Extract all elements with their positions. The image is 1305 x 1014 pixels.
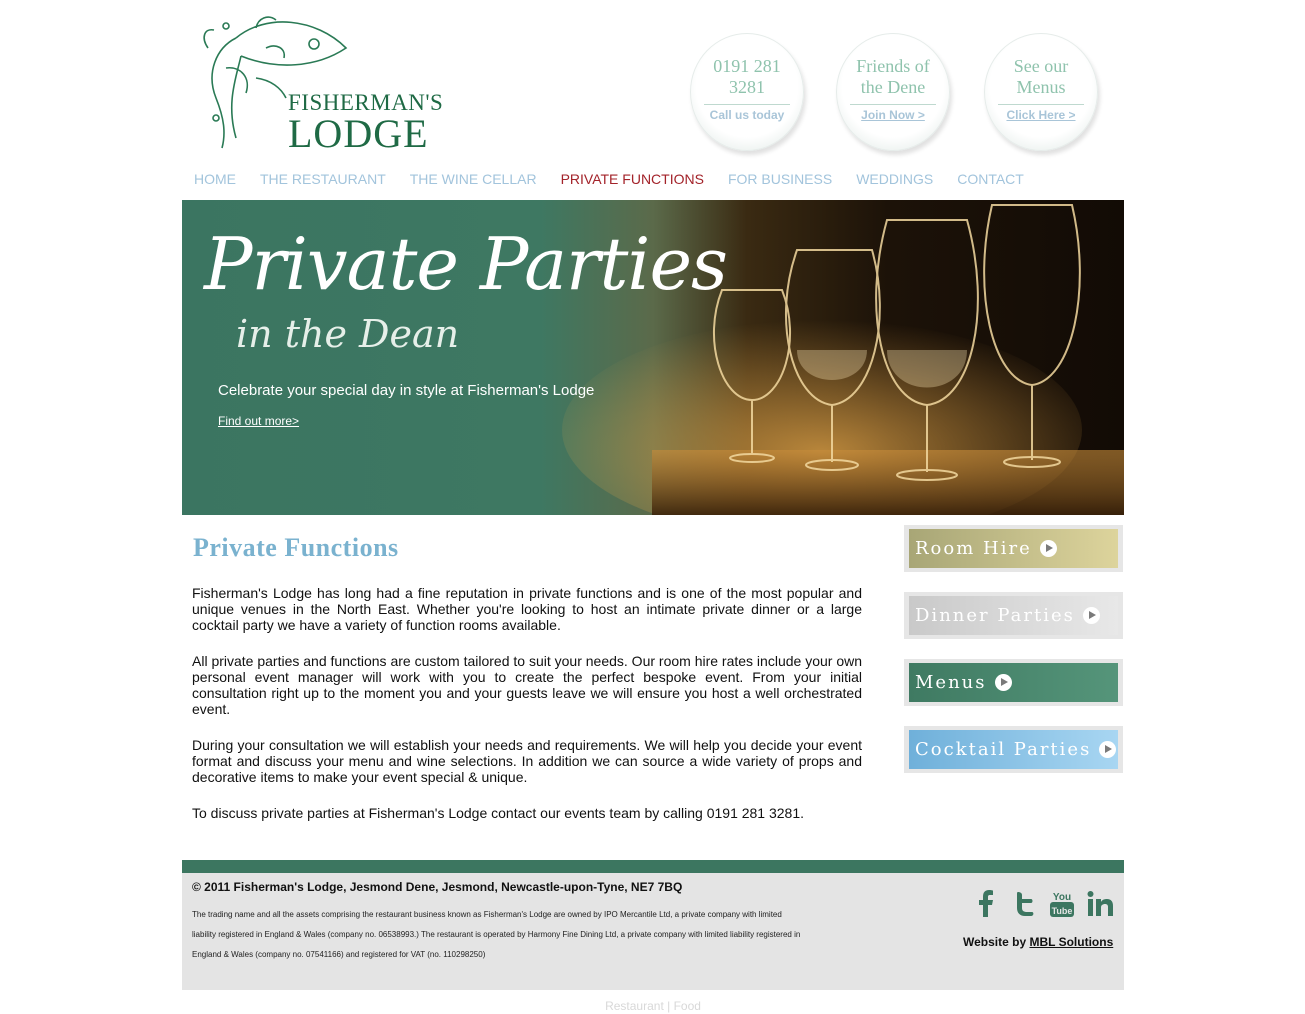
circle-divider bbox=[850, 104, 936, 105]
see-menus-circle[interactable]: See our Menus Click Here > bbox=[984, 33, 1098, 151]
nav-contact[interactable]: CONTACT bbox=[957, 171, 1024, 189]
linkedin-icon[interactable] bbox=[1086, 889, 1114, 919]
footer: © 2011 Fisherman's Lodge, Jesmond Dene, … bbox=[182, 873, 1124, 990]
arrow-right-icon bbox=[1099, 741, 1117, 758]
site-logo[interactable]: FISHERMAN'S LODGE bbox=[196, 8, 443, 156]
facebook-icon[interactable] bbox=[972, 889, 1000, 919]
hero-banner: Private Parties in the Dean Celebrate yo… bbox=[182, 200, 1124, 515]
paragraph-2: All private parties and functions are cu… bbox=[192, 653, 862, 717]
page: FISHERMAN'S LODGE 0191 281 3281 Call us … bbox=[182, 0, 1124, 1014]
friends-title: Friends of the Dene bbox=[856, 56, 930, 97]
main-nav: HOME THE RESTAURANT THE WINE CELLAR PRIV… bbox=[194, 171, 1048, 189]
hero-subtitle: in the Dean bbox=[236, 312, 460, 356]
paragraph-3: During your consultation we will establi… bbox=[192, 737, 862, 785]
social-links: You Tube bbox=[972, 889, 1114, 919]
nav-weddings[interactable]: WEDDINGS bbox=[856, 171, 933, 189]
call-us-label: Call us today bbox=[709, 108, 785, 122]
svg-text:Tube: Tube bbox=[1052, 906, 1073, 916]
arrow-right-icon bbox=[994, 674, 1012, 691]
cocktail-parties-button[interactable]: Cocktail Parties bbox=[904, 726, 1123, 773]
nav-for-business[interactable]: FOR BUSINESS bbox=[728, 171, 832, 189]
footer-copyright: © 2011 Fisherman's Lodge, Jesmond Dene, … bbox=[192, 880, 683, 894]
menus-button[interactable]: Menus bbox=[904, 659, 1123, 706]
bottom-links[interactable]: Restaurant | Food bbox=[182, 999, 1124, 1013]
nav-the-wine-cellar[interactable]: THE WINE CELLAR bbox=[410, 171, 537, 189]
nav-private-functions[interactable]: PRIVATE FUNCTIONS bbox=[561, 171, 704, 189]
main-content: Fisherman's Lodge has long had a fine re… bbox=[192, 585, 862, 841]
logo-text-line2: LODGE bbox=[288, 111, 429, 156]
website-credit: Website by MBL Solutions bbox=[963, 935, 1113, 949]
menus-title: See our Menus bbox=[1013, 56, 1069, 97]
paragraph-4: To discuss private parties at Fisherman'… bbox=[192, 805, 805, 821]
hero-title: Private Parties bbox=[204, 222, 728, 306]
footer-top-bar bbox=[182, 860, 1124, 873]
room-hire-label: Room Hire bbox=[915, 538, 1032, 559]
youtube-icon[interactable]: You Tube bbox=[1048, 889, 1076, 919]
circle-divider bbox=[998, 104, 1084, 105]
dinner-parties-button[interactable]: Dinner Parties bbox=[904, 592, 1123, 639]
mbl-solutions-link[interactable]: MBL Solutions bbox=[1029, 935, 1113, 949]
click-here-link[interactable]: Click Here > bbox=[985, 108, 1097, 122]
cocktail-parties-label: Cocktail Parties bbox=[915, 739, 1092, 760]
arrow-right-icon bbox=[1039, 540, 1057, 557]
arrow-right-icon bbox=[1082, 607, 1100, 624]
page-title: Private Functions bbox=[193, 533, 399, 562]
footer-legal-text: The trading name and all the assets comp… bbox=[192, 910, 801, 959]
menus-label: Menus bbox=[915, 672, 987, 693]
circle-divider bbox=[704, 104, 790, 105]
twitter-icon[interactable] bbox=[1010, 889, 1038, 919]
credit-prefix: Website by bbox=[963, 935, 1030, 949]
hero-tagline: Celebrate your special day in style at F… bbox=[218, 382, 595, 399]
svg-text:You: You bbox=[1053, 892, 1071, 903]
paragraph-1: Fisherman's Lodge has long had a fine re… bbox=[192, 585, 862, 633]
room-hire-button[interactable]: Room Hire bbox=[904, 525, 1123, 572]
friends-of-dene-circle[interactable]: Friends of the Dene Join Now > bbox=[836, 33, 950, 151]
join-now-link[interactable]: Join Now > bbox=[837, 108, 949, 122]
call-us-circle[interactable]: 0191 281 3281 Call us today bbox=[690, 33, 804, 151]
nav-the-restaurant[interactable]: THE RESTAURANT bbox=[260, 171, 386, 189]
nav-home[interactable]: HOME bbox=[194, 171, 236, 189]
phone-number: 0191 281 3281 bbox=[713, 56, 781, 97]
find-out-more-link[interactable]: Find out more> bbox=[218, 414, 299, 428]
dinner-parties-label: Dinner Parties bbox=[915, 605, 1075, 626]
